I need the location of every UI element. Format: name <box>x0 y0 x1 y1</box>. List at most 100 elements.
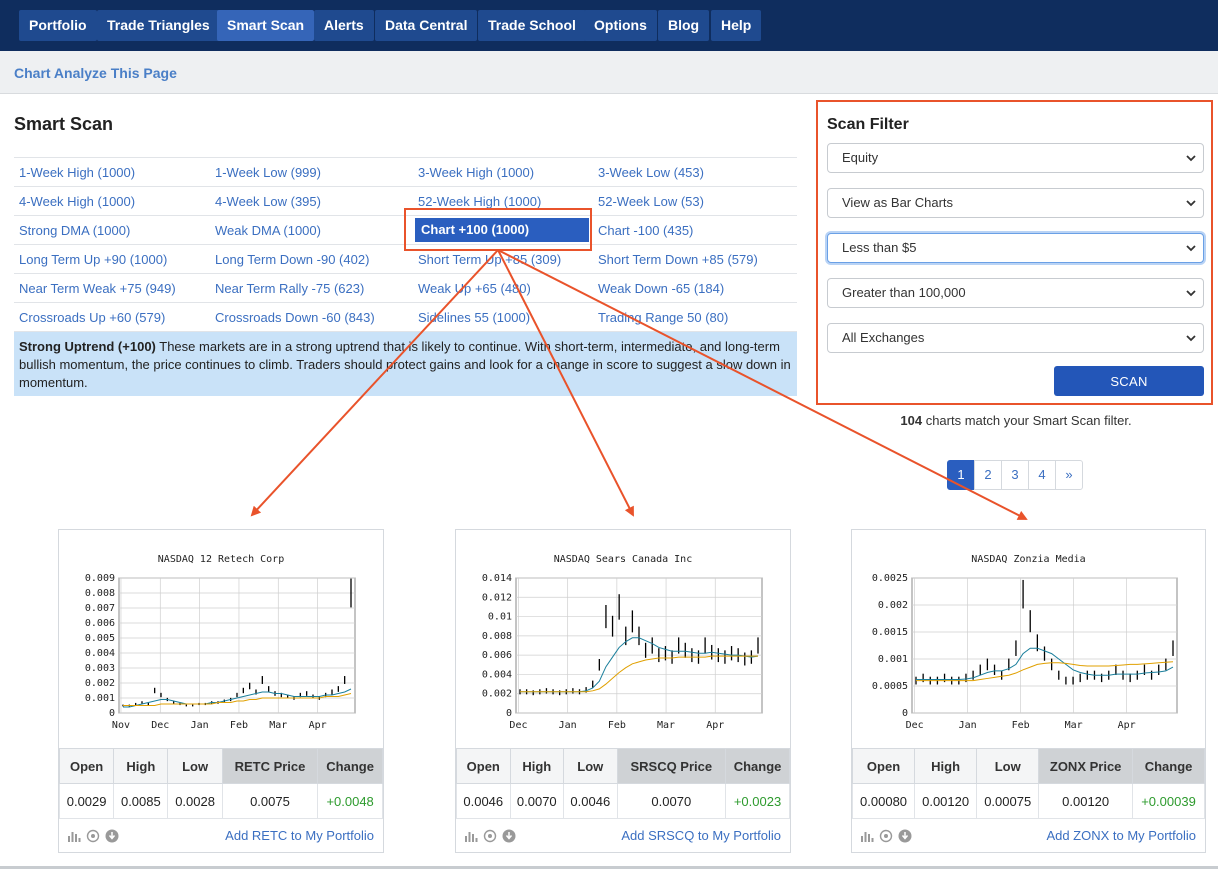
chart-title: NASDAQ Sears Canada Inc <box>554 554 692 565</box>
match-text: charts match your Smart Scan filter. <box>922 413 1132 428</box>
view-select[interactable]: View as Bar Charts <box>827 188 1204 218</box>
quote-header: SRSCQ Price <box>616 748 727 784</box>
scan-link[interactable]: Weak Down -65 (184) <box>598 281 724 296</box>
scan-cell: Chart +100 (1000) <box>413 215 593 245</box>
chevron-down-icon <box>1186 200 1196 207</box>
scan-link[interactable]: Long Term Down -90 (402) <box>215 252 369 267</box>
x-tick-label: Dec <box>151 720 169 731</box>
scan-link[interactable]: Near Term Rally -75 (623) <box>215 281 364 296</box>
y-tick-label: 0.004 <box>85 648 115 659</box>
download-icon[interactable] <box>502 829 516 843</box>
chart-card-srscq: NASDAQ Sears Canada Inc 0 0.002 0.004 0.006 0… <box>455 529 791 853</box>
asset-type-select[interactable]: Equity <box>827 143 1204 173</box>
scan-cell: 52-Week High (1000) <box>413 186 593 216</box>
x-tick-label: Feb <box>608 720 626 731</box>
pagination: 1 2 3 4 » <box>947 460 1083 490</box>
bar-chart-icon[interactable] <box>67 829 81 843</box>
y-tick-label: 0.009 <box>85 573 115 584</box>
crosshair-icon[interactable] <box>86 829 100 843</box>
scan-link[interactable]: 3-Week Low (453) <box>598 165 704 180</box>
quote-table: Open High Low SRSCQ Price Change 0.0046 0.0070… <box>456 748 790 819</box>
add-to-portfolio-link[interactable]: Add SRSCQ to My Portfolio <box>621 828 781 843</box>
volume-select[interactable]: Greater than 100,000 <box>827 278 1204 308</box>
scan-link[interactable]: Short Term Up +85 (309) <box>418 252 561 267</box>
scan-link[interactable]: Strong DMA (1000) <box>19 223 130 238</box>
scan-link[interactable]: 52-Week High (1000) <box>418 194 541 209</box>
scan-button[interactable]: SCAN <box>1054 366 1204 396</box>
card-footer: Add RETC to My Portfolio <box>59 820 383 853</box>
price-chart: NASDAQ Sears Canada Inc 0 0.002 0.004 0.006 0… <box>482 554 763 731</box>
y-tick-label: 0.014 <box>482 573 512 584</box>
x-tick-label: Mar <box>269 720 287 731</box>
nav-help[interactable]: Help <box>711 10 762 41</box>
bar-chart-icon[interactable] <box>860 829 874 843</box>
page-next[interactable]: » <box>1055 460 1083 490</box>
nav-smart-scan[interactable]: Smart Scan <box>217 10 315 41</box>
quote-value: 0.00120 <box>914 783 978 819</box>
scan-link[interactable]: 52-Week Low (53) <box>598 194 704 209</box>
crosshair-icon[interactable] <box>879 829 893 843</box>
scan-link[interactable]: Near Term Weak +75 (949) <box>19 281 176 296</box>
nav-alerts[interactable]: Alerts <box>314 10 374 41</box>
page-2[interactable]: 2 <box>974 460 1002 490</box>
volume-value: Greater than 100,000 <box>842 285 966 300</box>
add-to-portfolio-link[interactable]: Add RETC to My Portfolio <box>225 828 374 843</box>
y-tick-label: 0.002 <box>482 689 512 700</box>
nav-trade-school[interactable]: Trade School <box>478 10 586 41</box>
download-icon[interactable] <box>898 829 912 843</box>
scan-link[interactable]: Trading Range 50 (80) <box>598 310 728 325</box>
scan-link[interactable]: 1-Week Low (999) <box>215 165 321 180</box>
scan-link[interactable]: Long Term Up +90 (1000) <box>19 252 167 267</box>
nav-data-central[interactable]: Data Central <box>375 10 478 41</box>
quote-value: 0.00080 <box>851 783 916 819</box>
quote-value: 0.00120 <box>1038 783 1134 819</box>
price-select[interactable]: Less than $5 <box>827 233 1204 263</box>
exchange-select[interactable]: All Exchanges <box>827 323 1204 353</box>
chart-analyze-link[interactable]: Chart Analyze This Page <box>14 65 177 81</box>
download-icon[interactable] <box>105 829 119 843</box>
scan-link[interactable]: 1-Week High (1000) <box>19 165 135 180</box>
add-to-portfolio-link[interactable]: Add ZONX to My Portfolio <box>1046 828 1196 843</box>
y-tick-label: 0 <box>506 708 512 719</box>
page-3[interactable]: 3 <box>1001 460 1029 490</box>
quote-header: High <box>509 748 565 784</box>
nav-blog[interactable]: Blog <box>658 10 710 41</box>
nav-options[interactable]: Options <box>584 10 657 41</box>
scan-link[interactable]: 4-Week High (1000) <box>19 194 135 209</box>
quote-value: 0.0046 <box>563 783 618 819</box>
quote-header: Open <box>58 748 115 784</box>
scan-link[interactable]: Weak Up +65 (480) <box>418 281 531 296</box>
y-tick-label: 0.01 <box>488 612 512 623</box>
scan-cell: Weak DMA (1000) <box>210 215 413 245</box>
nav-portfolio[interactable]: Portfolio <box>19 10 97 41</box>
x-tick-label: Feb <box>1012 720 1030 731</box>
scan-link[interactable]: Sidelines 55 (1000) <box>418 310 530 325</box>
nav-trade-triangles[interactable]: Trade Triangles <box>97 10 220 41</box>
page-4[interactable]: 4 <box>1028 460 1056 490</box>
scan-link[interactable]: Short Term Down +85 (579) <box>598 252 758 267</box>
scan-row: Crossroads Up +60 (579) Crossroads Down -… <box>14 302 797 332</box>
x-tick-label: Dec <box>906 720 924 731</box>
y-tick-label: 0.002 <box>85 678 115 689</box>
scan-cell: 4-Week High (1000) <box>14 186 210 216</box>
exchange-value: All Exchanges <box>842 330 925 345</box>
scan-link[interactable]: 4-Week Low (395) <box>215 194 321 209</box>
chart-card-retc: NASDAQ 12 Retech Corp 0 0.001 0.002 0.003 0.0… <box>58 529 384 853</box>
scan-cell: 3-Week High (1000) <box>413 157 593 187</box>
chevron-down-icon <box>1186 290 1196 297</box>
scan-link[interactable]: Crossroads Down -60 (843) <box>215 310 375 325</box>
scan-link[interactable]: 3-Week High (1000) <box>418 165 534 180</box>
crosshair-icon[interactable] <box>483 829 497 843</box>
y-tick-label: 0 <box>109 708 115 719</box>
scan-link[interactable]: Chart -100 (435) <box>598 223 693 238</box>
x-tick-label: Dec <box>509 720 527 731</box>
page-1[interactable]: 1 <box>947 460 975 490</box>
scan-link[interactable]: Weak DMA (1000) <box>215 223 321 238</box>
scan-cell: 4-Week Low (395) <box>210 186 413 216</box>
quote-value: 0.00075 <box>976 783 1040 819</box>
bar-chart-icon[interactable] <box>464 829 478 843</box>
scan-link[interactable]: Crossroads Up +60 (579) <box>19 310 165 325</box>
scan-link[interactable]: Chart +100 (1000) <box>415 218 589 242</box>
card-icons <box>67 829 119 843</box>
scan-row: 4-Week High (1000) 4-Week Low (395) 52-Wee… <box>14 186 797 216</box>
